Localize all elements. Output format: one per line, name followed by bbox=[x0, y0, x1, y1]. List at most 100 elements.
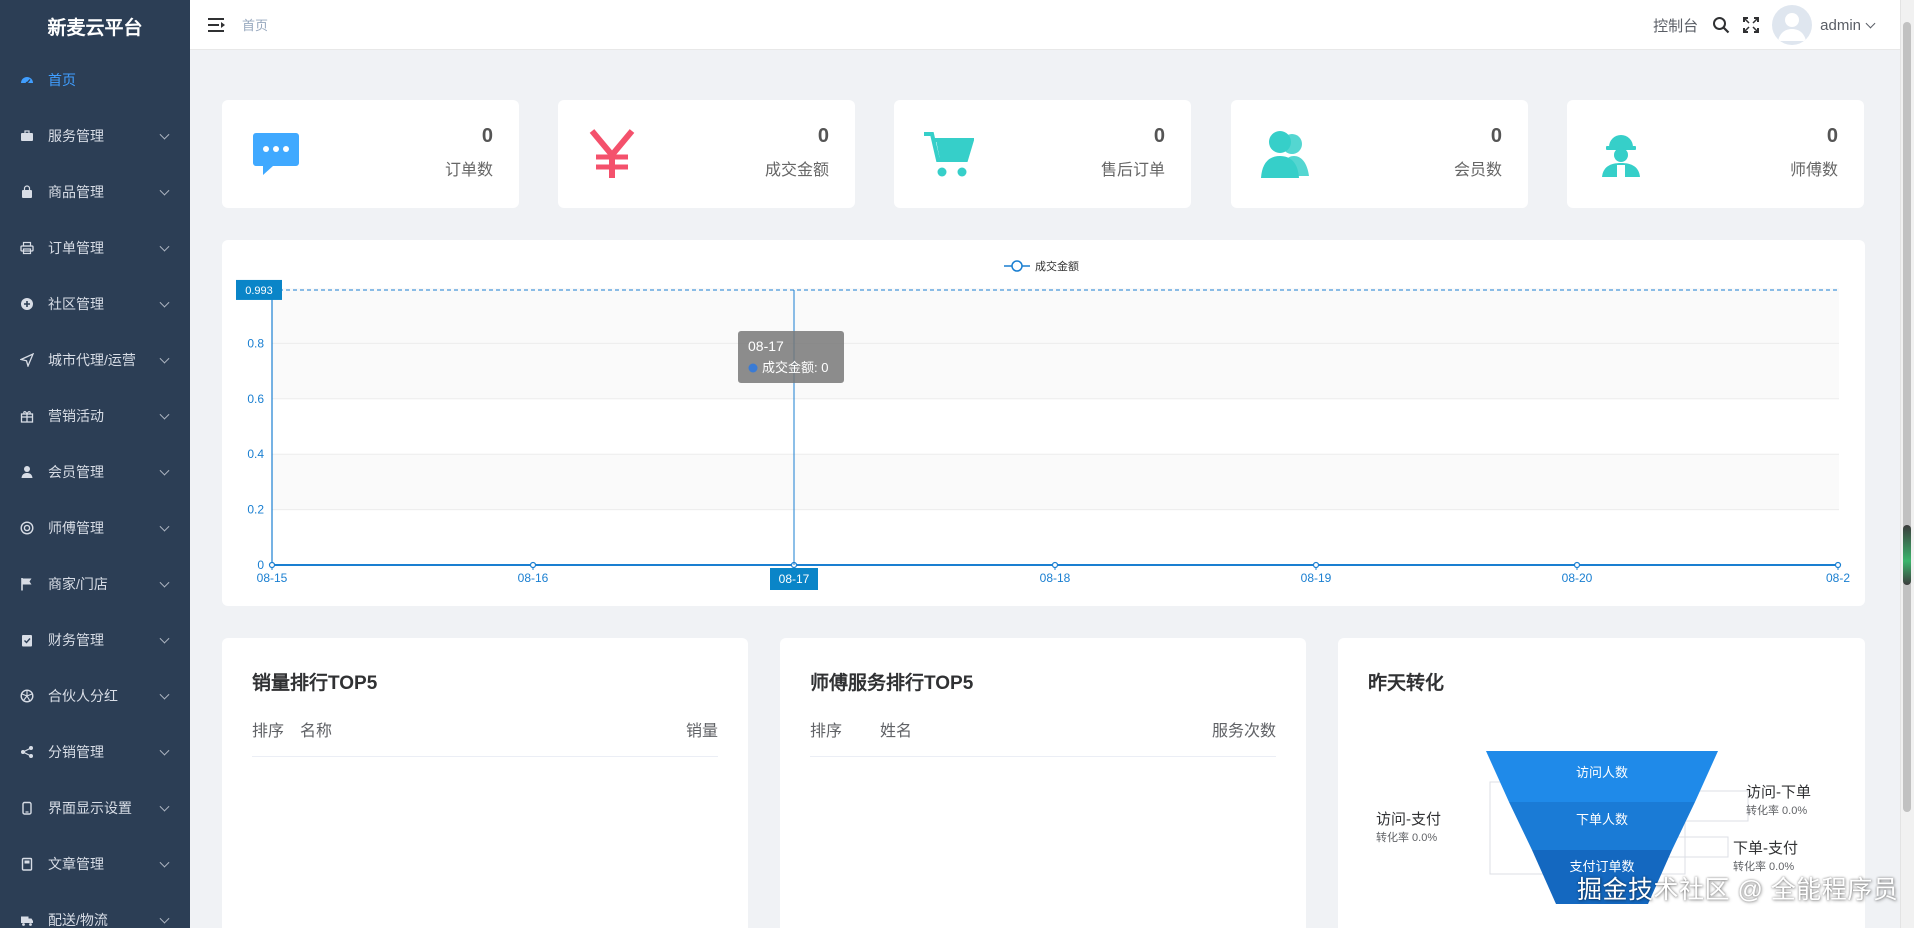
chevron-down-icon bbox=[159, 801, 170, 812]
clipboard-check-icon bbox=[20, 633, 34, 647]
user-icon bbox=[20, 465, 34, 479]
sidebar-item-label: 会员管理 bbox=[48, 464, 104, 480]
sales-line-chart[interactable]: 0 0.2 0.4 0.6 0.8 08-15 08-16 08-17 08-18 08-19 08… bbox=[222, 240, 1865, 606]
sidebar-item-15[interactable]: 配送/物流 bbox=[0, 892, 190, 928]
app-logo: 新麦云平台 bbox=[47, 17, 143, 39]
chevron-down-icon bbox=[159, 129, 170, 140]
sales-top5-title: 销量排行TOP5 bbox=[252, 673, 378, 694]
series-point[interactable] bbox=[1834, 561, 1842, 569]
stat-card[interactable]: 0 会员数 bbox=[1231, 100, 1528, 208]
chevron-down-icon bbox=[159, 297, 170, 308]
fullscreen-icon[interactable] bbox=[1742, 16, 1760, 34]
stat-label: 师傅数 bbox=[1789, 162, 1838, 179]
series-point[interactable] bbox=[1573, 561, 1581, 569]
console-link[interactable]: 控制台 bbox=[1653, 15, 1698, 36]
rate-visit-order-value: 转化率 0.0% bbox=[1746, 803, 1807, 817]
sidebar-item-14[interactable]: 文章管理 bbox=[0, 836, 190, 892]
watermark: 掘金技术社区 @ 全能程序员 bbox=[1577, 876, 1899, 904]
stat-value: 0 bbox=[817, 125, 829, 147]
scrollbar-thumb[interactable] bbox=[1903, 22, 1911, 812]
col-name: 名称 bbox=[300, 723, 333, 740]
series-point[interactable] bbox=[1051, 561, 1059, 569]
sidebar-item-2[interactable]: 商品管理 bbox=[0, 164, 190, 220]
sidebar-item-label: 营销活动 bbox=[48, 408, 104, 424]
sidebar-item-label: 师傅管理 bbox=[48, 520, 104, 536]
send-icon bbox=[20, 353, 34, 367]
sidebar-item-4[interactable]: 社区管理 bbox=[0, 276, 190, 332]
series-point[interactable] bbox=[268, 561, 276, 569]
user-menu[interactable]: admin bbox=[1820, 16, 1876, 34]
sales-chart-panel: 0 0.2 0.4 0.6 0.8 08-15 08-16 08-17 08-18 08-19 08… bbox=[222, 240, 1865, 606]
stat-card[interactable]: 0 成交金额 bbox=[558, 100, 855, 208]
stat-label: 成交金额 bbox=[764, 162, 829, 179]
sidebar-item-9[interactable]: 商家/门店 bbox=[0, 556, 190, 612]
chevron-down-icon bbox=[1865, 18, 1876, 28]
y-tick-label: 0 bbox=[257, 558, 264, 572]
bag-icon bbox=[20, 185, 34, 199]
sidebar-item-label: 合伙人分红 bbox=[48, 688, 118, 704]
x-tick-label: 08-2 bbox=[1826, 571, 1850, 585]
x-tick-label: 08-18 bbox=[1040, 571, 1071, 585]
cart-icon bbox=[922, 128, 974, 180]
legend-label[interactable]: 成交金额 bbox=[1035, 259, 1079, 273]
series-point[interactable] bbox=[1312, 561, 1320, 569]
grid-band bbox=[272, 454, 1839, 510]
flag-icon bbox=[20, 577, 34, 591]
sidebar-menu: 首页服务管理 商品管理订单管理社区管理 城市代理/运营营销活动会员管理师傅管理商家/… bbox=[0, 52, 190, 928]
sidebar-item-0[interactable]: 首页 bbox=[0, 52, 190, 108]
grid-band bbox=[272, 343, 1839, 399]
stat-card[interactable]: 0 订单数 bbox=[222, 100, 519, 208]
stat-card[interactable]: 0 售后订单 bbox=[894, 100, 1191, 208]
sidebar-item-11[interactable]: 合伙人分红 bbox=[0, 668, 190, 724]
sidebar-item-8[interactable]: 师傅管理 bbox=[0, 500, 190, 556]
stat-value: 0 bbox=[1153, 125, 1165, 147]
sidebar-item-3[interactable]: 订单管理 bbox=[0, 220, 190, 276]
rate-visit-pay-value: 转化率 0.0% bbox=[1376, 830, 1437, 844]
col-rank: 排序 bbox=[810, 723, 843, 740]
sidebar-item-12[interactable]: 分销管理 bbox=[0, 724, 190, 780]
top-header: 首页 控制台 admin bbox=[190, 0, 1914, 50]
users-icon bbox=[1259, 128, 1311, 180]
sidebar-item-1[interactable]: 服务管理 bbox=[0, 108, 190, 164]
sidebar-item-6[interactable]: 营销活动 bbox=[0, 388, 190, 444]
y-tick-label: 0.6 bbox=[247, 392, 264, 406]
avatar[interactable] bbox=[1772, 5, 1813, 45]
x-tick-label: 08-15 bbox=[257, 571, 288, 585]
col-service-count: 服务次数 bbox=[1211, 723, 1276, 740]
chevron-down-icon bbox=[159, 633, 170, 644]
chevron-down-icon bbox=[159, 241, 170, 252]
printer-icon bbox=[20, 241, 34, 255]
sidebar-item-label: 首页 bbox=[48, 72, 76, 88]
briefcase-icon bbox=[20, 129, 34, 143]
sidebar-item-7[interactable]: 会员管理 bbox=[0, 444, 190, 500]
sidebar-item-label: 界面显示设置 bbox=[48, 800, 132, 816]
menu-toggle-icon[interactable] bbox=[208, 17, 226, 32]
rate-visit-order-label: 访问-下单 bbox=[1746, 784, 1811, 801]
lifebuoy-icon bbox=[20, 521, 34, 535]
chevron-down-icon bbox=[159, 577, 170, 588]
rate-visit-pay-label: 访问-支付 bbox=[1376, 811, 1441, 828]
breadcrumb[interactable]: 首页 bbox=[242, 15, 268, 34]
yen-icon bbox=[586, 128, 638, 180]
chevron-down-icon bbox=[159, 745, 170, 756]
series-point[interactable] bbox=[529, 561, 537, 569]
col-sales: 销量 bbox=[685, 723, 718, 740]
sidebar-item-label: 订单管理 bbox=[48, 240, 104, 256]
sidebar-item-label: 分销管理 bbox=[48, 744, 104, 760]
chevron-down-icon bbox=[159, 353, 170, 364]
y-tick-label: 0.2 bbox=[247, 503, 264, 517]
username: admin bbox=[1820, 16, 1861, 34]
chevron-down-icon bbox=[159, 521, 170, 532]
page-scrollbar[interactable] bbox=[1900, 0, 1914, 928]
sidebar-item-10[interactable]: 财务管理 bbox=[0, 612, 190, 668]
stat-value: 0 bbox=[1826, 125, 1838, 147]
tooltip-value: 成交金额: 0 bbox=[762, 360, 828, 375]
sidebar: 新麦云平台 首页服务管理 商品管理订单管理社区管理 城市代理/运营营销活动会员管理师… bbox=[0, 0, 190, 928]
stat-card[interactable]: 0 师傅数 bbox=[1567, 100, 1864, 208]
stat-value: 0 bbox=[1490, 125, 1502, 147]
sidebar-item-5[interactable]: 城市代理/运营 bbox=[0, 332, 190, 388]
sidebar-item-13[interactable]: 界面显示设置 bbox=[0, 780, 190, 836]
y-tick-label: 0.4 bbox=[247, 447, 264, 461]
tooltip-series-dot bbox=[748, 363, 758, 373]
search-icon[interactable] bbox=[1712, 16, 1730, 34]
